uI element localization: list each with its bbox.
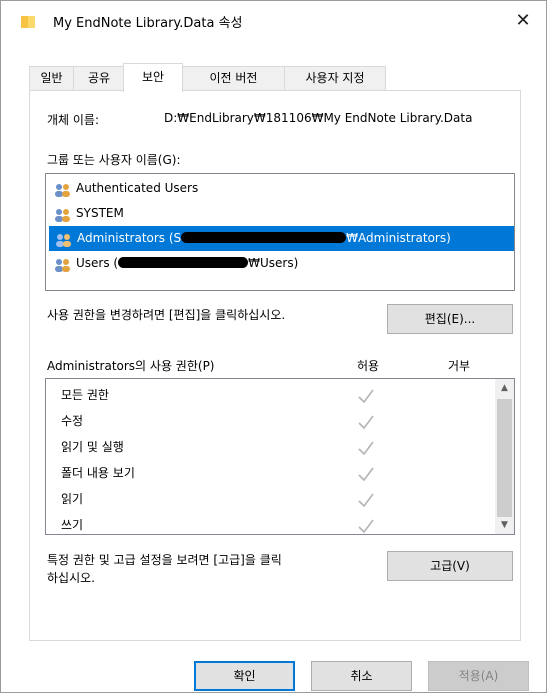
allow-checkmark-icon	[356, 490, 376, 510]
permission-name: 폴더 내용 보기	[61, 466, 135, 480]
allow-checkmark-icon	[356, 464, 376, 484]
permission-row: 쓰기	[61, 513, 84, 534]
group-list-label: 그룹 또는 사용자 이름(G):	[47, 153, 181, 167]
close-button[interactable]: ✕	[506, 7, 540, 35]
tab-previous-versions[interactable]: 이전 버전	[182, 66, 285, 91]
user-list[interactable]: Authenticated Users SYSTEM Administrator…	[45, 173, 515, 291]
object-name-label: 개체 이름:	[47, 113, 100, 127]
redaction-mark	[118, 257, 249, 268]
title-bar: My EndNote Library.Data 속성 ✕	[1, 1, 546, 41]
window-title: My EndNote Library.Data 속성	[53, 16, 243, 31]
permission-row: 읽기 및 실행	[61, 435, 124, 460]
ok-button[interactable]: 확인	[194, 661, 295, 691]
folder-icon	[21, 15, 35, 29]
list-item[interactable]: Users ( ₩Users)	[48, 251, 514, 276]
permission-name: 모든 권한	[61, 388, 109, 402]
allow-checkmark-icon	[356, 386, 376, 406]
tab-security[interactable]: 보안	[123, 63, 183, 92]
tab-sharing[interactable]: 공유	[73, 66, 125, 91]
allow-column-header: 허용	[357, 359, 380, 373]
scroll-down-icon[interactable]: ▼	[495, 517, 514, 534]
user-name: Authenticated Users	[76, 181, 199, 195]
users-group-icon	[54, 206, 72, 222]
advanced-hint-line2: 하십시오.	[47, 571, 95, 585]
permission-name: 쓰기	[61, 518, 84, 532]
vertical-scrollbar[interactable]: ▲ ▼	[495, 379, 514, 534]
permission-row: 수정	[61, 409, 83, 434]
permission-name: 읽기 및 실행	[61, 440, 124, 454]
users-group-icon	[55, 231, 73, 247]
allow-checkmark-icon	[356, 412, 376, 432]
permission-name: 읽기	[61, 492, 84, 506]
apply-button: 적용(A)	[428, 661, 529, 691]
user-name: Administrators (S	[77, 231, 182, 245]
user-name-suffix: ₩Users)	[248, 256, 299, 270]
permission-name: 수정	[61, 414, 84, 428]
tab-customize[interactable]: 사용자 지정	[284, 66, 386, 91]
scroll-up-icon[interactable]: ▲	[495, 380, 514, 397]
permissions-header: Administrators의 사용 권한(P)	[47, 359, 215, 373]
user-name: Users (	[76, 256, 119, 270]
redaction-mark	[181, 232, 347, 243]
edit-button[interactable]: 편집(E)...	[387, 304, 513, 334]
list-item[interactable]: Authenticated Users	[48, 176, 514, 201]
allow-checkmark-icon	[356, 438, 376, 458]
tab-general[interactable]: 일반	[29, 66, 74, 91]
advanced-hint-line1: 특정 권한 및 고급 설정을 보려면 [고급]을 클릭	[47, 553, 282, 567]
permission-row: 폴더 내용 보기	[61, 461, 135, 486]
allow-checkmark-icon	[356, 516, 376, 534]
advanced-button[interactable]: 고급(V)	[387, 551, 513, 581]
user-name-suffix: ₩Administrators)	[346, 231, 451, 245]
properties-dialog: My EndNote Library.Data 속성 ✕ 일반 공유 보안 이전…	[0, 0, 547, 693]
permission-row: 읽기	[61, 487, 83, 512]
permissions-list[interactable]: 모든 권한 수정 읽기 및 실행 폴더 내용 보기 읽기 쓰기 ▲ ▼	[45, 378, 515, 535]
users-group-icon	[54, 256, 72, 272]
change-permission-hint: 사용 권한을 변경하려면 [편집]을 클릭하십시오.	[47, 308, 286, 322]
users-group-icon	[54, 181, 72, 197]
list-item-selected[interactable]: Administrators (S ₩Administrators)	[49, 226, 514, 251]
cancel-button[interactable]: 취소	[311, 661, 412, 691]
list-item[interactable]: SYSTEM	[48, 201, 514, 226]
user-name: SYSTEM	[76, 206, 124, 220]
deny-column-header: 거부	[448, 359, 471, 373]
permission-row: 모든 권한	[61, 383, 109, 408]
scroll-thumb[interactable]	[497, 399, 512, 517]
object-name-value: D:₩EndLibrary₩181106₩My EndNote Library.…	[164, 111, 473, 125]
